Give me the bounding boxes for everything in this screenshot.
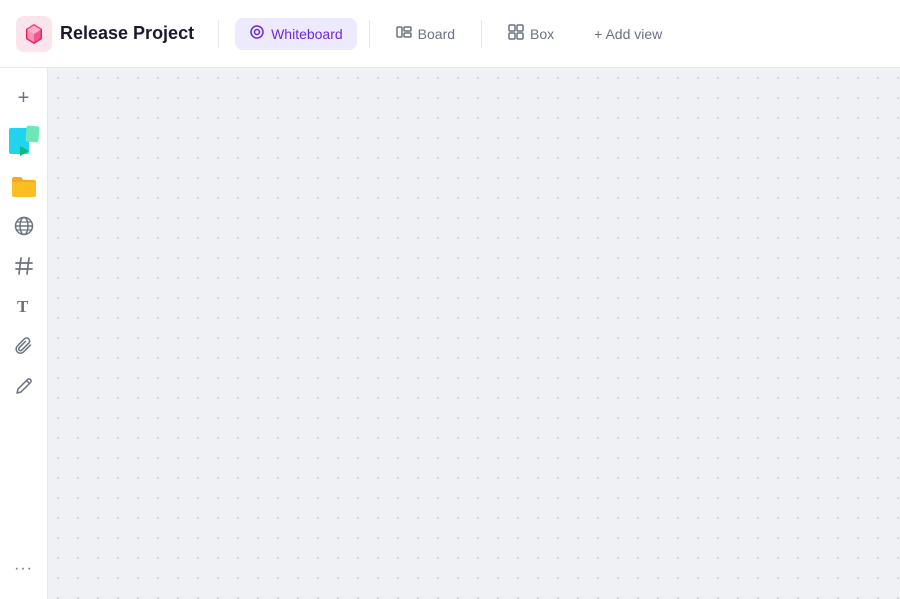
sidebar-item-paperclip[interactable] (6, 328, 42, 364)
sidebar-item-hashtag[interactable] (6, 248, 42, 284)
whiteboard-label: Whiteboard (271, 26, 343, 42)
add-view-label: + Add view (594, 26, 662, 42)
tab-board[interactable]: Board (382, 18, 469, 50)
header: Release Project Whiteboard Bo (0, 0, 900, 68)
sidebar-item-add[interactable]: + (6, 80, 42, 116)
board-label: Board (418, 26, 455, 42)
nav-tabs: Whiteboard Board (235, 18, 568, 50)
globe-icon (14, 216, 34, 236)
tab-divider-2 (481, 20, 482, 48)
sidebar-item-pen[interactable] (6, 368, 42, 404)
project-icon (16, 16, 52, 52)
sidebar-item-more[interactable]: ··· (6, 551, 42, 587)
board-icon (396, 24, 412, 44)
sidebar-item-text[interactable]: T (6, 288, 42, 324)
tab-whiteboard[interactable]: Whiteboard (235, 18, 357, 50)
sidebar-item-globe[interactable] (6, 208, 42, 244)
play-icon (20, 146, 29, 156)
tab-box[interactable]: Box (494, 18, 568, 50)
project-title: Release Project (60, 23, 194, 44)
folder-icon (10, 173, 38, 199)
paperclip-icon (14, 336, 34, 356)
add-icon: + (18, 87, 30, 110)
sidebar-item-sticky[interactable] (4, 120, 44, 164)
box-icon (508, 24, 524, 44)
sidebar: + (0, 68, 48, 599)
main-area: + (0, 68, 900, 599)
sidebar-item-folder[interactable] (6, 168, 42, 204)
whiteboard-canvas[interactable] (48, 68, 900, 599)
header-divider (218, 20, 219, 48)
sticky-note-green (25, 125, 39, 142)
tab-divider-1 (369, 20, 370, 48)
text-icon: T (14, 296, 34, 316)
hashtag-icon (14, 256, 34, 276)
pen-icon (14, 376, 34, 396)
whiteboard-icon (249, 24, 265, 44)
more-icon: ··· (14, 560, 33, 578)
box-label: Box (530, 26, 554, 42)
svg-text:T: T (17, 297, 29, 316)
add-view-button[interactable]: + Add view (580, 20, 676, 48)
